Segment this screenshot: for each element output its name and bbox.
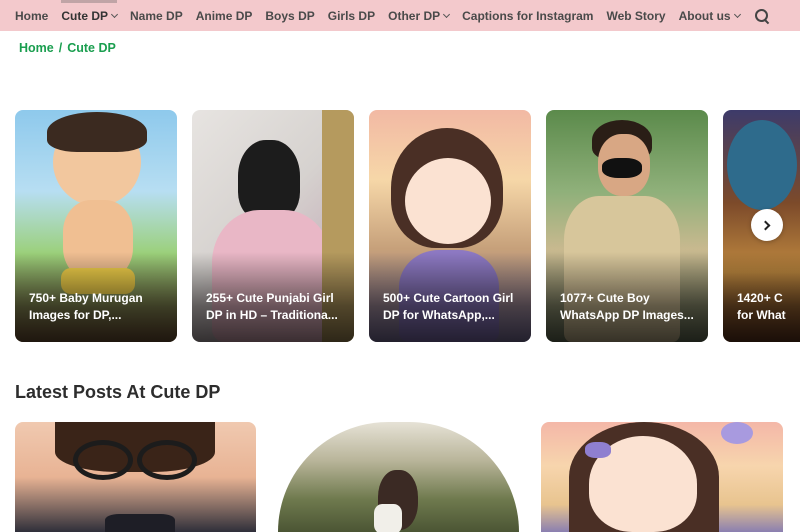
- card-illustration: [405, 158, 491, 244]
- post-thumbnail[interactable]: [15, 422, 256, 532]
- card-illustration: [602, 158, 642, 178]
- breadcrumb: Home / Cute DP: [19, 41, 116, 55]
- card-caption-line: 1420+ C: [737, 291, 783, 305]
- chevron-down-icon: [110, 10, 119, 18]
- carousel-card[interactable]: 750+ Baby Murugan Images for DP,...: [15, 110, 177, 342]
- nav-item-boys-dp[interactable]: Boys DP: [265, 0, 314, 31]
- card-caption-line: for What: [737, 308, 786, 322]
- featured-carousel: 750+ Baby Murugan Images for DP,... 255+…: [0, 110, 800, 342]
- nav-label: About us: [678, 8, 731, 23]
- chevron-down-icon: [733, 10, 741, 18]
- nav-item-name-dp[interactable]: Name DP: [130, 0, 183, 31]
- card-caption: 255+ Cute Punjabi Girl DP in HD – Tradit…: [206, 290, 344, 324]
- search-icon[interactable]: [754, 8, 769, 23]
- card-illustration: [47, 112, 147, 152]
- card-caption: 750+ Baby Murugan Images for DP,...: [29, 290, 167, 324]
- nav-label: Name DP: [130, 8, 183, 23]
- chevron-left-icon: [4, 220, 14, 230]
- card-caption-line: DP for WhatsApp,...: [383, 308, 495, 322]
- chevron-down-icon: [443, 10, 451, 18]
- nav-item-about-us[interactable]: About us: [678, 0, 741, 31]
- post-illustration: [721, 422, 753, 444]
- card-caption-line: DP in HD – Traditiona...: [206, 308, 338, 322]
- nav-label: Boys DP: [265, 8, 315, 23]
- card-caption: 500+ Cute Cartoon Girl DP for WhatsApp,.…: [383, 290, 521, 324]
- chevron-right-icon: [760, 220, 771, 230]
- breadcrumb-separator: /: [58, 41, 63, 55]
- card-caption: 1420+ C for What: [737, 290, 800, 324]
- nav-item-girls-dp[interactable]: Girls DP: [328, 0, 375, 31]
- card-caption-line: 500+ Cute Cartoon Girl: [383, 291, 514, 305]
- post-thumbnail[interactable]: [541, 422, 783, 532]
- main-nav: Home Cute DP Name DP Anime DP Boys DP Gi…: [0, 0, 800, 31]
- breadcrumb-current: Cute DP: [67, 41, 116, 55]
- nav-label: Anime DP: [195, 8, 253, 23]
- card-caption-line: Images for DP,...: [29, 308, 122, 322]
- carousel-card[interactable]: 500+ Cute Cartoon Girl DP for WhatsApp,.…: [369, 110, 531, 342]
- nav-item-other-dp[interactable]: Other DP: [388, 0, 451, 31]
- post-illustration: [73, 440, 133, 480]
- nav-item-anime-dp[interactable]: Anime DP: [196, 0, 253, 31]
- nav-label: Captions for Instagram: [462, 8, 594, 23]
- nav-label: Girls DP: [327, 8, 376, 23]
- card-illustration: [727, 120, 797, 210]
- breadcrumb-home-link[interactable]: Home: [19, 41, 54, 55]
- nav-item-cute-dp[interactable]: Cute DP: [61, 0, 119, 31]
- carousel-next-button[interactable]: [751, 209, 783, 241]
- post-illustration: [585, 442, 611, 458]
- card-caption-line: 750+ Baby Murugan: [29, 291, 143, 305]
- nav-label: Home: [15, 8, 49, 23]
- carousel-card[interactable]: 1077+ Cute Boy WhatsApp DP Images...: [546, 110, 708, 342]
- latest-posts-title: Latest Posts At Cute DP: [15, 382, 221, 402]
- card-caption-line: 255+ Cute Punjabi Girl: [206, 291, 334, 305]
- post-illustration: [374, 504, 402, 532]
- nav-label: Web Story: [606, 8, 666, 23]
- card-illustration: [238, 140, 300, 220]
- card-caption-line: WhatsApp DP Images...: [560, 308, 694, 322]
- post-illustration: [137, 440, 197, 480]
- nav-item-home[interactable]: Home: [15, 0, 48, 31]
- post-thumbnail[interactable]: [278, 422, 519, 532]
- nav-item-web-story[interactable]: Web Story: [606, 0, 665, 31]
- carousel-card[interactable]: 255+ Cute Punjabi Girl DP in HD – Tradit…: [192, 110, 354, 342]
- post-illustration: [105, 514, 175, 532]
- nav-item-captions[interactable]: Captions for Instagram: [462, 0, 593, 31]
- carousel-prev-button[interactable]: [0, 209, 18, 241]
- card-caption: 1077+ Cute Boy WhatsApp DP Images...: [560, 290, 698, 324]
- card-caption-line: 1077+ Cute Boy: [560, 291, 650, 305]
- nav-label: Cute DP: [61, 8, 109, 23]
- nav-label: Other DP: [388, 8, 441, 23]
